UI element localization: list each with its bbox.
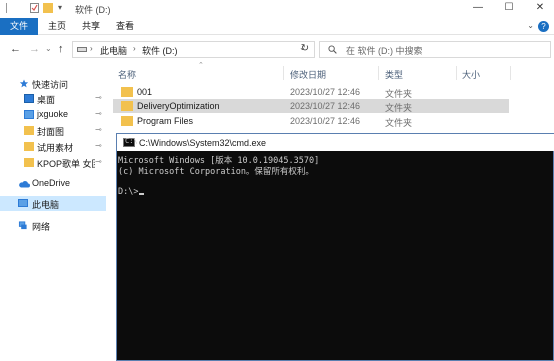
drive-icon — [77, 47, 87, 52]
pin-icon: ⊸ — [95, 125, 102, 134]
navigation-pane: 快速访问 桌面 ⊸ jxguoke ⊸ 封面图 ⊸ 试用素材 ⊸ KPOP歌单 … — [0, 62, 108, 361]
tab-file[interactable]: 文件 — [0, 18, 38, 35]
column-header-date[interactable]: 修改日期 — [290, 68, 326, 81]
navigation-bar: ← → ⌄ ↑ › 此电脑 › 软件 (D:) ⌄ ↻ 在 软件 (D:) 中搜… — [0, 36, 554, 62]
folder-icon — [121, 101, 133, 111]
minimize-button[interactable]: — — [466, 1, 490, 15]
forward-button[interactable]: → — [29, 42, 40, 56]
sidebar-item-label: KPOP歌单 女团 — [37, 159, 95, 169]
cloud-icon — [19, 181, 30, 188]
sidebar-item-cover-images[interactable]: 封面图 ⊸ — [0, 123, 106, 138]
column-divider[interactable] — [283, 66, 284, 80]
sidebar-item-label: 桌面 — [37, 95, 56, 105]
folder-icon — [24, 158, 34, 167]
command-prompt-window[interactable]: C:\ C:\Windows\System32\cmd.exe Microsof… — [116, 133, 554, 361]
sidebar-item-label: 网络 — [32, 222, 51, 232]
table-row[interactable]: DeliveryOptimization 2023/10/27 12:46 文件… — [113, 99, 509, 113]
maximize-button[interactable]: ☐ — [497, 1, 521, 15]
explorer-app-icon — [6, 3, 7, 13]
pin-icon: ⊸ — [95, 93, 102, 102]
sidebar-item-quick-access[interactable]: 快速访问 — [0, 76, 106, 91]
window-title: 软件 (D:) — [75, 5, 111, 15]
sort-ascending-icon: ⌃ — [198, 62, 204, 69]
folder-icon — [121, 87, 133, 97]
help-icon[interactable]: ? — [538, 21, 549, 32]
console-prompt[interactable]: D:\> — [118, 187, 145, 197]
expand-ribbon-button[interactable]: ⌄ — [527, 21, 534, 30]
image-folder-icon — [24, 110, 34, 119]
sidebar-item-desktop[interactable]: 桌面 ⊸ — [0, 91, 106, 106]
console-line: (c) Microsoft Corporation。保留所有权利。 — [118, 167, 314, 177]
column-divider[interactable] — [378, 66, 379, 80]
breadcrumb-separator: › — [133, 44, 136, 53]
sidebar-item-kpop[interactable]: KPOP歌单 女团 ⊸ — [0, 155, 106, 170]
sidebar-item-jxguoke[interactable]: jxguoke ⊸ — [0, 107, 106, 122]
tab-view[interactable]: 查看 — [112, 18, 138, 35]
prompt-text: D:\> — [118, 187, 139, 197]
file-date: 2023/10/27 12:46 — [290, 101, 361, 111]
back-button[interactable]: ← — [10, 42, 21, 56]
sidebar-item-label: 试用素材 — [37, 143, 74, 153]
sidebar-item-label: 封面图 — [37, 127, 65, 137]
recent-locations-button[interactable]: ⌄ — [45, 42, 52, 56]
sidebar-item-this-pc[interactable]: 此电脑 — [0, 196, 106, 211]
tab-home[interactable]: 主页 — [44, 18, 70, 35]
cmd-window-title: C:\Windows\System32\cmd.exe — [139, 138, 267, 148]
title-bar: ▾ 软件 (D:) — ☐ ✕ — [0, 0, 554, 17]
pin-icon: ⊸ — [95, 157, 102, 166]
folder-icon — [121, 116, 133, 126]
address-bar[interactable]: › 此电脑 › 软件 (D:) ⌄ — [72, 41, 315, 58]
breadcrumb-drive-d[interactable]: 软件 (D:) — [142, 44, 178, 57]
customize-quick-access-icon[interactable]: ▾ — [58, 3, 65, 13]
file-name: DeliveryOptimization — [137, 101, 220, 111]
column-header-size[interactable]: 大小 — [462, 68, 480, 81]
file-type: 文件夹 — [385, 103, 413, 113]
folder-icon — [24, 126, 34, 135]
file-name: Program Files — [137, 116, 194, 126]
close-button[interactable]: ✕ — [528, 1, 552, 15]
column-divider[interactable] — [510, 66, 511, 80]
file-date: 2023/10/27 12:46 — [290, 87, 361, 97]
desktop-icon — [24, 94, 34, 103]
breadcrumb-this-pc[interactable]: 此电脑 — [100, 44, 127, 57]
new-folder-icon[interactable] — [43, 3, 53, 13]
network-icon — [18, 221, 27, 230]
column-header-type[interactable]: 类型 — [385, 68, 403, 81]
up-button[interactable]: ↑ — [58, 42, 64, 56]
file-date: 2023/10/27 12:46 — [290, 116, 361, 126]
column-header-name[interactable]: 名称 — [118, 68, 136, 81]
sidebar-item-trial-materials[interactable]: 试用素材 ⊸ — [0, 139, 106, 154]
file-type: 文件夹 — [385, 118, 413, 128]
table-row[interactable]: Program Files 2023/10/27 12:46 文件夹 — [113, 114, 509, 128]
pin-icon: ⊸ — [95, 109, 102, 118]
properties-icon[interactable] — [30, 3, 39, 13]
sidebar-item-label: 此电脑 — [32, 200, 60, 210]
search-icon — [328, 45, 337, 54]
cmd-title-bar[interactable]: C:\ C:\Windows\System32\cmd.exe — [117, 134, 554, 151]
search-placeholder: 在 软件 (D:) 中搜索 — [346, 46, 423, 56]
cmd-icon: C:\ — [123, 137, 138, 147]
search-box[interactable]: 在 软件 (D:) 中搜索 — [319, 41, 551, 58]
sidebar-item-label: jxguoke — [37, 109, 69, 119]
text-cursor — [139, 193, 145, 195]
ribbon-tabs: 文件 主页 共享 查看 ⌄ ? — [0, 18, 554, 35]
pin-icon: ⊸ — [95, 141, 102, 150]
tab-share[interactable]: 共享 — [78, 18, 104, 35]
star-icon — [19, 79, 29, 88]
breadcrumb-separator: › — [90, 44, 93, 53]
computer-icon — [18, 199, 28, 207]
column-divider[interactable] — [456, 66, 457, 80]
sidebar-item-label: 快速访问 — [32, 80, 69, 90]
table-row[interactable]: 001 2023/10/27 12:46 文件夹 — [113, 85, 509, 99]
file-name: 001 — [137, 87, 153, 97]
sidebar-item-onedrive[interactable]: OneDrive — [0, 176, 106, 191]
sidebar-item-network[interactable]: 网络 — [0, 218, 106, 233]
refresh-button[interactable]: ↻ — [296, 43, 314, 56]
sidebar-item-label: OneDrive — [32, 178, 71, 188]
folder-icon — [24, 142, 34, 151]
